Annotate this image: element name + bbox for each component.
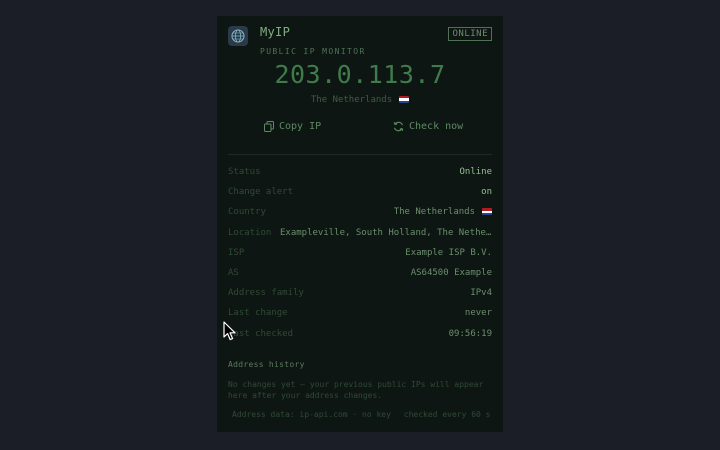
header: MyIP PUBLIC IP MONITOR ONLINE — [228, 25, 492, 59]
detail-value: AS64500 Example — [410, 268, 492, 279]
country-value: The Netherlands — [393, 207, 475, 218]
details-list: Status Online Change alert on Country Th… — [228, 162, 492, 344]
check-now-button[interactable]: Check now — [393, 121, 463, 132]
detail-value: Example ISP B.V. — [405, 247, 492, 258]
detail-label: Country — [228, 207, 266, 218]
detail-label: AS — [228, 268, 239, 279]
detail-row-isp: ISP Example ISP B.V. — [228, 243, 492, 263]
action-bar: Copy IP Check now — [217, 121, 503, 137]
app-title: MyIP — [260, 25, 291, 39]
check-now-label: Check now — [409, 121, 464, 132]
detail-value: The Netherlands — [394, 207, 492, 217]
copy-icon — [264, 121, 274, 132]
detail-row-change-alert: Change alert on — [228, 182, 492, 202]
copy-ip-label: Copy IP — [279, 121, 322, 132]
app-subtitle: PUBLIC IP MONITOR — [260, 47, 366, 56]
footer: Address data: ip-api.com · no key checke… — [232, 410, 492, 419]
detail-label: Address family — [228, 288, 304, 299]
detail-value: 09:56:19 — [448, 328, 492, 339]
detail-value: never — [464, 308, 492, 319]
current-country-label: The Netherlands — [310, 95, 393, 105]
detail-row-last-checked: Last checked 09:56:19 — [228, 324, 492, 344]
history-title: Address history — [228, 360, 305, 369]
detail-row-as: AS AS64500 Example — [228, 263, 492, 283]
detail-value: Exampleville, South Holland, The Netherl… — [280, 227, 492, 238]
detail-label: ISP — [228, 247, 245, 258]
detail-row-address-family: Address family IPv4 — [228, 283, 492, 303]
detail-label: Change alert — [228, 187, 294, 198]
detail-value: IPv4 — [470, 288, 492, 299]
change-alert-toggle[interactable]: on — [481, 187, 492, 197]
current-country: The Netherlands — [217, 95, 503, 105]
divider — [228, 154, 492, 155]
globe-icon — [228, 26, 248, 46]
detail-label: Last checked — [228, 328, 294, 339]
footer-source: Address data: ip-api.com · no key — [232, 410, 391, 419]
refresh-icon — [393, 121, 404, 132]
detail-row-last-change: Last change never — [228, 303, 492, 323]
popup-panel: MyIP PUBLIC IP MONITOR ONLINE 203.0.113.… — [217, 16, 503, 432]
detail-label: Status — [228, 167, 261, 178]
footer-interval: checked every 60 s — [403, 410, 491, 419]
detail-row-location: Location Exampleville, South Holland, Th… — [228, 223, 492, 243]
detail-label: Last change — [228, 308, 288, 319]
detail-value: Online — [459, 167, 492, 178]
current-ip[interactable]: 203.0.113.7 — [217, 60, 503, 89]
detail-row-status: Status Online — [228, 162, 492, 182]
netherlands-flag-icon — [482, 208, 492, 216]
netherlands-flag-icon — [399, 96, 410, 103]
status-badge: ONLINE — [448, 27, 492, 41]
copy-ip-button[interactable]: Copy IP — [264, 121, 321, 132]
history-empty-message: No changes yet — your previous public IP… — [228, 380, 484, 400]
detail-label: Location — [228, 227, 272, 238]
detail-row-country: Country The Netherlands — [228, 202, 492, 222]
